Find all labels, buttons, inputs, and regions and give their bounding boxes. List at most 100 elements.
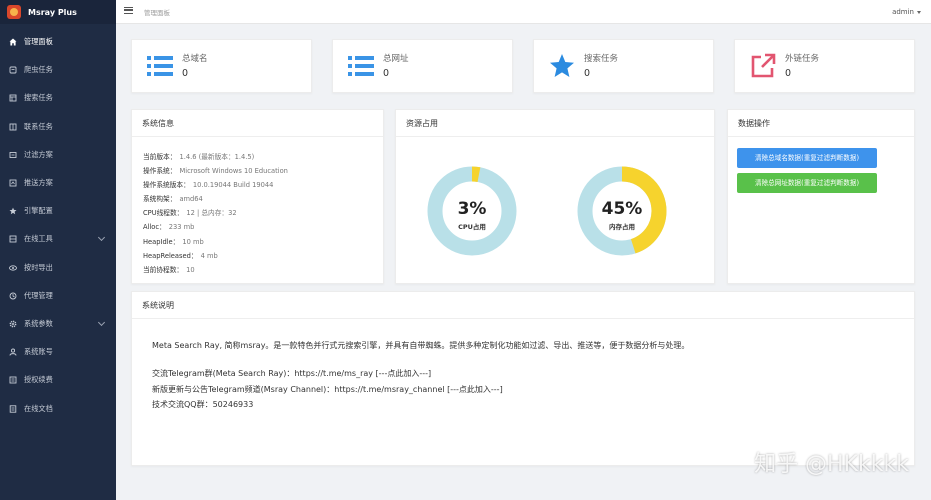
stat-card-external-link-tasks: 外链任务 0 xyxy=(734,39,915,93)
star-icon xyxy=(550,54,574,77)
info-label: CPU线程数： xyxy=(143,209,184,218)
data-operations-panel: 数据操作 清除总域名数据(重复过滤判断数据) 清除总网址数据(重复过滤判断数据) xyxy=(727,109,915,284)
system-info-list: 当前版本： 1.4.6 (最新版本：1.4.5) 操作系统： Microsoft W… xyxy=(143,150,288,277)
stat-card-search-tasks: 搜索任务 0 xyxy=(533,39,714,93)
sidebar-item-contact-tasks[interactable]: 联系任务 xyxy=(0,113,116,141)
stat-value: 0 xyxy=(383,68,390,79)
filter-icon xyxy=(9,151,17,159)
panel-title: 系统说明 xyxy=(132,292,914,319)
sidebar-item-label: 搜索任务 xyxy=(24,93,53,103)
list-icon xyxy=(147,56,173,76)
sidebar-item-label: 代理管理 xyxy=(24,290,53,300)
eye-icon xyxy=(9,264,17,272)
sidebar-item-system-params[interactable]: 系统参数 xyxy=(0,310,116,338)
gauge-percent: 3% xyxy=(458,199,487,219)
info-row: 操作系统： Microsoft Windows 10 Education xyxy=(143,164,288,178)
telegram-group-link[interactable]: 交流Telegram群(Meta Search Ray)：https://t.m… xyxy=(152,366,689,382)
stat-title: 外链任务 xyxy=(785,54,820,64)
info-row: 当前协程数： 10 xyxy=(143,263,288,277)
stat-title: 搜索任务 xyxy=(584,54,619,64)
stat-title: 总网址 xyxy=(383,54,409,64)
external-link-icon xyxy=(751,53,776,78)
sidebar-item-online-docs[interactable]: 在线文档 xyxy=(0,394,116,422)
clear-domains-button[interactable]: 清除总域名数据(重复过滤判断数据) xyxy=(737,148,877,168)
sidebar-item-label: 在线工具 xyxy=(24,234,53,244)
sidebar-item-label: 联系任务 xyxy=(24,121,53,131)
sidebar-item-label: 爬虫任务 xyxy=(24,65,53,75)
menu-toggle-icon[interactable] xyxy=(124,7,133,14)
breadcrumb: 管理面板 xyxy=(144,9,170,17)
panel-title: 数据操作 xyxy=(728,110,914,137)
info-label: 当前协程数： xyxy=(143,265,184,274)
sidebar-item-label: 系统参数 xyxy=(24,318,53,328)
sidebar-item-push-schemes[interactable]: 推送方案 xyxy=(0,169,116,197)
app-logo-icon xyxy=(7,5,21,19)
resource-usage-panel: 资源占用 3% CPU占用 45% 内存占用 xyxy=(395,109,715,284)
panel-title: 系统信息 xyxy=(132,110,383,137)
info-value: 10 mb xyxy=(182,237,204,246)
home-icon xyxy=(9,38,17,46)
sidebar-item-online-tools[interactable]: 在线工具 xyxy=(0,225,116,253)
list-icon xyxy=(348,56,374,76)
info-row: 当前版本： 1.4.6 (最新版本：1.4.5) xyxy=(143,150,288,164)
watermark: 知乎 @HKkkkk xyxy=(754,452,909,477)
info-label: 当前版本： xyxy=(143,153,177,161)
sidebar-item-label: 按时导出 xyxy=(24,262,53,272)
chevron-down-icon xyxy=(97,234,106,242)
sidebar-item-label: 在线文档 xyxy=(24,403,53,413)
sidebar-item-proxy-management[interactable]: 代理管理 xyxy=(0,282,116,310)
info-value: Microsoft Windows 10 Education xyxy=(179,167,288,176)
qq-group-text: 技术交流QQ群：50246933 xyxy=(152,400,254,409)
app-title: Msray Plus xyxy=(28,7,77,17)
telegram-channel-link[interactable]: 新版更新与公告Telegram频道(Msray Channel)：https:/… xyxy=(152,382,689,398)
sidebar-item-system-accounts[interactable]: 系统账号 xyxy=(0,338,116,366)
license-icon xyxy=(9,376,17,384)
sidebar-item-engine-config[interactable]: 引擎配置 xyxy=(0,197,116,225)
brand[interactable]: Msray Plus xyxy=(0,0,116,24)
star-icon xyxy=(9,207,17,215)
info-label: Alloc： xyxy=(143,223,166,232)
info-value: 10.0.19044 Build 19044 xyxy=(192,181,274,190)
gauge-chart: 3% CPU占用 45% 内存占用 xyxy=(427,166,667,256)
stat-card-domains: 总域名 0 xyxy=(131,39,312,93)
sidebar-item-dashboard[interactable]: 管理面板 xyxy=(0,28,116,56)
stat-card-urls: 总网址 0 xyxy=(332,39,513,93)
description-body: Meta Search Ray, 简称msray。是一款特色并行式元搜索引擎，并… xyxy=(152,340,689,413)
info-value: 1.4.6 (最新版本：1.4.5) xyxy=(179,153,255,161)
sidebar-item-crawler-tasks[interactable]: 爬虫任务 xyxy=(0,56,116,84)
tools-icon xyxy=(9,235,17,243)
crawler-icon xyxy=(9,66,17,74)
sidebar-item-filter-schemes[interactable]: 过滤方案 xyxy=(0,141,116,169)
stat-value: 0 xyxy=(785,68,792,79)
push-icon xyxy=(9,179,17,187)
stat-title: 总域名 xyxy=(182,54,208,64)
info-value: 10 xyxy=(186,265,195,274)
stat-value: 0 xyxy=(584,68,591,79)
info-value: 12 | 总内存：32 xyxy=(186,209,237,218)
sidebar-item-license-renewal[interactable]: 授权续费 xyxy=(0,366,116,394)
sidebar-item-label: 系统账号 xyxy=(24,347,53,357)
contact-task-icon xyxy=(9,123,17,131)
chevron-down-icon xyxy=(97,318,106,326)
info-row: HeapIdle： 10 mb xyxy=(143,235,288,249)
info-row: 系统构架： amd64 xyxy=(143,192,288,206)
sidebar-item-search-tasks[interactable]: 搜索任务 xyxy=(0,84,116,112)
info-value: 4 mb xyxy=(200,251,218,260)
clear-urls-button[interactable]: 清除总网址数据(重复过滤判断数据) xyxy=(737,173,877,193)
info-label: 操作系统版本： xyxy=(143,181,190,190)
info-value: amd64 xyxy=(179,195,203,204)
info-row: 操作系统版本： 10.0.19044 Build 19044 xyxy=(143,178,288,192)
info-row: HeapReleased： 4 mb xyxy=(143,249,288,263)
search-task-icon xyxy=(9,94,17,102)
user-menu[interactable]: admin xyxy=(892,8,921,16)
caret-down-icon xyxy=(917,10,921,14)
info-row: Alloc： 233 mb xyxy=(143,220,288,234)
sidebar-item-scheduled-export[interactable]: 按时导出 xyxy=(0,254,116,282)
document-icon xyxy=(9,404,17,413)
intro-text: Meta Search Ray, 简称msray。是一款特色并行式元搜索引擎，并… xyxy=(152,341,690,350)
sidebar-item-label: 授权续费 xyxy=(24,375,53,385)
info-label: 操作系统： xyxy=(143,167,177,176)
proxy-icon xyxy=(9,292,17,300)
system-description-panel: 系统说明 Meta Search Ray, 简称msray。是一款特色并行式元搜… xyxy=(131,291,915,466)
stat-value: 0 xyxy=(182,68,189,79)
